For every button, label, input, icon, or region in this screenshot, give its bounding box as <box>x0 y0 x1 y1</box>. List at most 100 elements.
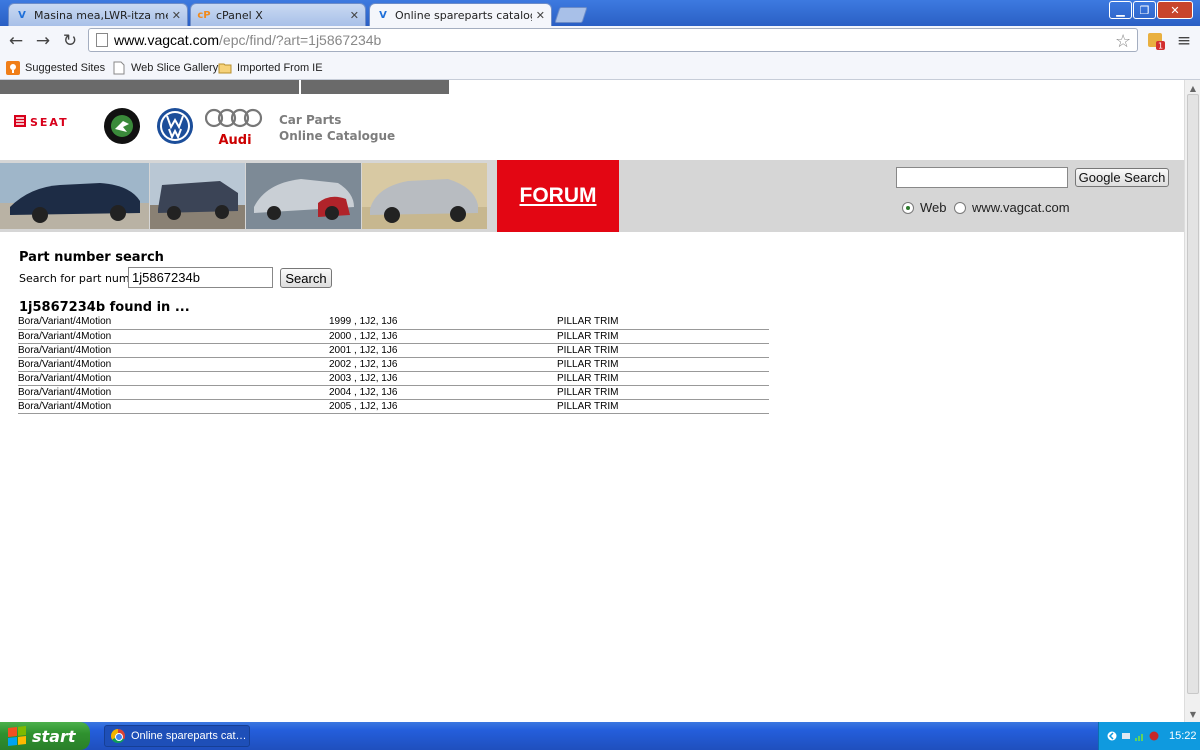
year-codes-cell: 2001 , 1J2, 1J6 <box>329 343 557 358</box>
radio-button[interactable] <box>954 201 966 214</box>
part-cell: PILLAR TRIM <box>557 343 769 358</box>
radio-button[interactable] <box>902 201 914 214</box>
suggested-sites-icon <box>6 61 20 75</box>
audi-logo: Audi <box>205 108 263 147</box>
radio-vagcat[interactable]: www.vagcat.com <box>954 200 1070 215</box>
bookmark-label: Web Slice Gallery <box>131 62 219 74</box>
year-codes-cell: 1999 , 1J2, 1J6 <box>329 315 557 330</box>
scroll-up-arrow-icon[interactable]: ▲ <box>1187 82 1199 94</box>
tab-label: cPanel X <box>216 8 263 22</box>
clock[interactable]: 15:22 <box>1169 730 1197 742</box>
results-table: Bora/Variant/4Motion 1999 , 1J2, 1J6 PILLA… <box>18 315 769 414</box>
year-codes-cell: 2004 , 1J2, 1J6 <box>329 385 557 400</box>
folder-icon <box>218 63 232 74</box>
radio-label: Web <box>920 200 947 215</box>
google-search-input[interactable] <box>896 167 1068 188</box>
search-button[interactable]: Search <box>280 268 332 288</box>
menu-icon[interactable]: ≡ <box>1174 31 1194 51</box>
car-photo-audi-sedan <box>0 163 149 229</box>
browser-titlebar: V Masina mea,LWR-itza mea - | ✕ cP cPane… <box>0 0 1200 27</box>
forum-link[interactable]: FORUM <box>520 184 597 208</box>
network-icon[interactable] <box>1121 731 1131 741</box>
model-cell: Bora/Variant/4Motion <box>18 343 329 358</box>
svg-text:1: 1 <box>1158 42 1163 51</box>
svg-text:Audi: Audi <box>218 133 251 147</box>
tab-cpanel[interactable]: cP cPanel X ✕ <box>190 3 366 26</box>
start-button[interactable]: start <box>0 722 90 750</box>
close-icon[interactable]: ✕ <box>536 9 545 22</box>
tray-arrow-icon[interactable] <box>1107 731 1117 741</box>
seat-logo: SEAT <box>14 115 69 128</box>
bookmark-star-icon[interactable]: ☆ <box>1115 31 1131 52</box>
top-nav-strip <box>0 80 449 94</box>
scrollbar-thumb[interactable] <box>1187 94 1199 694</box>
close-icon[interactable]: ✕ <box>350 9 359 22</box>
google-search-button[interactable]: Google Search <box>1075 168 1169 187</box>
year-codes-cell: 2002 , 1J2, 1J6 <box>329 357 557 372</box>
bookmark-web-slice-gallery[interactable]: Web Slice Gallery <box>112 59 218 77</box>
model-cell: Bora/Variant/4Motion <box>18 357 329 372</box>
tab-online-catalogue[interactable]: V Online spareparts catalogue ✕ <box>369 3 552 27</box>
forward-arrow-icon[interactable]: → <box>33 31 53 51</box>
chrome-icon <box>111 729 125 743</box>
page-icon <box>113 61 125 75</box>
car-photo-fabia <box>246 163 361 229</box>
skoda-logo <box>104 108 140 144</box>
table-row[interactable]: Bora/Variant/4Motion 2004 , 1J2, 1J6 PILLA… <box>18 385 769 400</box>
model-cell: Bora/Variant/4Motion <box>18 371 329 386</box>
system-tray: 15:22 <box>1098 722 1200 750</box>
new-tab-button[interactable] <box>554 7 588 23</box>
tab-label: Online spareparts catalogue <box>395 9 532 22</box>
year-codes-cell: 2005 , 1J2, 1J6 <box>329 399 557 414</box>
vertical-scrollbar[interactable]: ▲ ▼ <box>1184 80 1200 722</box>
table-row[interactable]: Bora/Variant/4Motion 2000 , 1J2, 1J6 PILLA… <box>18 329 769 344</box>
site-title: Car Parts Online Catalogue <box>279 112 395 144</box>
table-row[interactable]: Bora/Variant/4Motion 2002 , 1J2, 1J6 PILLA… <box>18 357 769 372</box>
radio-web[interactable]: Web <box>902 200 947 215</box>
site-title-line1: Car Parts <box>279 113 342 127</box>
signal-icon[interactable] <box>1135 731 1145 741</box>
close-window-button[interactable]: ✕ <box>1157 1 1193 19</box>
close-icon[interactable]: ✕ <box>172 9 181 22</box>
maximize-button[interactable]: ❐ <box>1133 1 1156 19</box>
part-number-input[interactable]: 1j5867234b <box>128 267 273 288</box>
reload-icon[interactable]: ↻ <box>60 31 80 51</box>
table-row[interactable]: Bora/Variant/4Motion 2001 , 1J2, 1J6 PILLA… <box>18 343 769 358</box>
part-search-heading: Part number search <box>19 250 164 265</box>
extension-icon[interactable]: 1 <box>1145 31 1167 51</box>
bookmark-label: Suggested Sites <box>25 62 106 74</box>
start-label: start <box>32 726 76 746</box>
vagcat-favicon-icon: V <box>379 10 387 21</box>
shield-icon[interactable] <box>1149 731 1159 741</box>
minimize-button[interactable]: ▁ <box>1109 1 1132 19</box>
task-label: Online spareparts cat… <box>131 730 247 742</box>
svg-text:SEAT: SEAT <box>30 116 69 128</box>
results-heading: 1j5867234b found in ... <box>19 300 190 315</box>
car-photo-touareg <box>150 163 245 229</box>
model-cell: Bora/Variant/4Motion <box>18 315 329 330</box>
tab-label: Masina mea,LWR-itza mea - | <box>34 8 168 22</box>
vagcat-favicon-icon: V <box>18 9 26 21</box>
back-arrow-icon[interactable]: ← <box>6 31 26 51</box>
tab-masina-mea[interactable]: V Masina mea,LWR-itza mea - | ✕ <box>8 3 188 26</box>
page-icon <box>96 33 108 47</box>
windows-taskbar: start Online spareparts cat… 15:22 <box>0 722 1200 750</box>
part-cell: PILLAR TRIM <box>557 329 769 344</box>
header-banner: FORUM Google Search Web www.vagcat.com <box>0 160 1184 232</box>
part-cell: PILLAR TRIM <box>557 315 769 330</box>
bookmark-imported-from-ie[interactable]: Imported From IE <box>218 59 323 77</box>
model-cell: Bora/Variant/4Motion <box>18 329 329 344</box>
table-row[interactable]: Bora/Variant/4Motion 2005 , 1J2, 1J6 PILLA… <box>18 399 769 414</box>
table-row[interactable]: Bora/Variant/4Motion 1999 , 1J2, 1J6 PILLA… <box>18 315 769 330</box>
bookmarks-bar: Suggested Sites Web Slice Gallery Import… <box>0 56 1200 80</box>
scroll-down-arrow-icon[interactable]: ▼ <box>1187 708 1199 720</box>
taskbar-chrome-window[interactable]: Online spareparts cat… <box>104 725 250 747</box>
address-bar[interactable]: www.vagcat.com/epc/find/?art=1j5867234b <box>88 28 1138 52</box>
part-cell: PILLAR TRIM <box>557 357 769 372</box>
year-codes-cell: 2003 , 1J2, 1J6 <box>329 371 557 386</box>
table-row[interactable]: Bora/Variant/4Motion 2003 , 1J2, 1J6 PILLA… <box>18 371 769 386</box>
page-content: SEAT Audi Car Parts Online Catalogue FOR… <box>0 80 1184 722</box>
volkswagen-logo <box>157 108 193 144</box>
bookmark-suggested-sites[interactable]: Suggested Sites <box>6 59 105 77</box>
model-cell: Bora/Variant/4Motion <box>18 399 329 414</box>
